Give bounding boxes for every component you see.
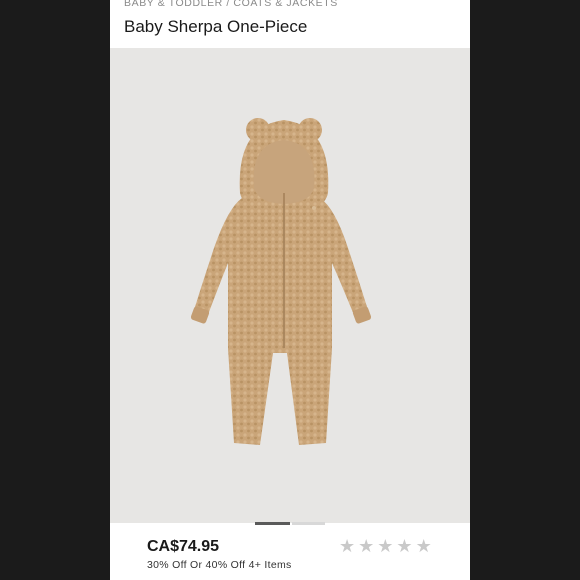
product-image[interactable] [110, 48, 470, 523]
carousel-dot[interactable] [292, 522, 325, 525]
carousel-indicator[interactable] [255, 522, 325, 525]
star-icon[interactable]: ★ [339, 537, 355, 555]
right-letterbox [470, 0, 580, 580]
product-card: BABY & TODDLER / COATS & JACKETS Baby Sh… [110, 0, 470, 580]
star-icon[interactable]: ★ [358, 537, 374, 555]
carousel-dot-active[interactable] [255, 522, 290, 525]
promo-text: 30% Off Or 40% Off 4+ Items [147, 559, 292, 571]
left-letterbox [0, 0, 110, 580]
sherpa-onepiece-illustration [190, 118, 372, 445]
star-icon[interactable]: ★ [416, 537, 432, 555]
product-title: Baby Sherpa One-Piece [124, 17, 308, 36]
star-icon[interactable]: ★ [377, 537, 393, 555]
rating-stars[interactable]: ★ ★ ★ ★ ★ [339, 537, 432, 555]
star-icon[interactable]: ★ [396, 537, 412, 555]
price: CA$74.95 [147, 538, 220, 555]
breadcrumb[interactable]: BABY & TODDLER / COATS & JACKETS [124, 0, 338, 9]
